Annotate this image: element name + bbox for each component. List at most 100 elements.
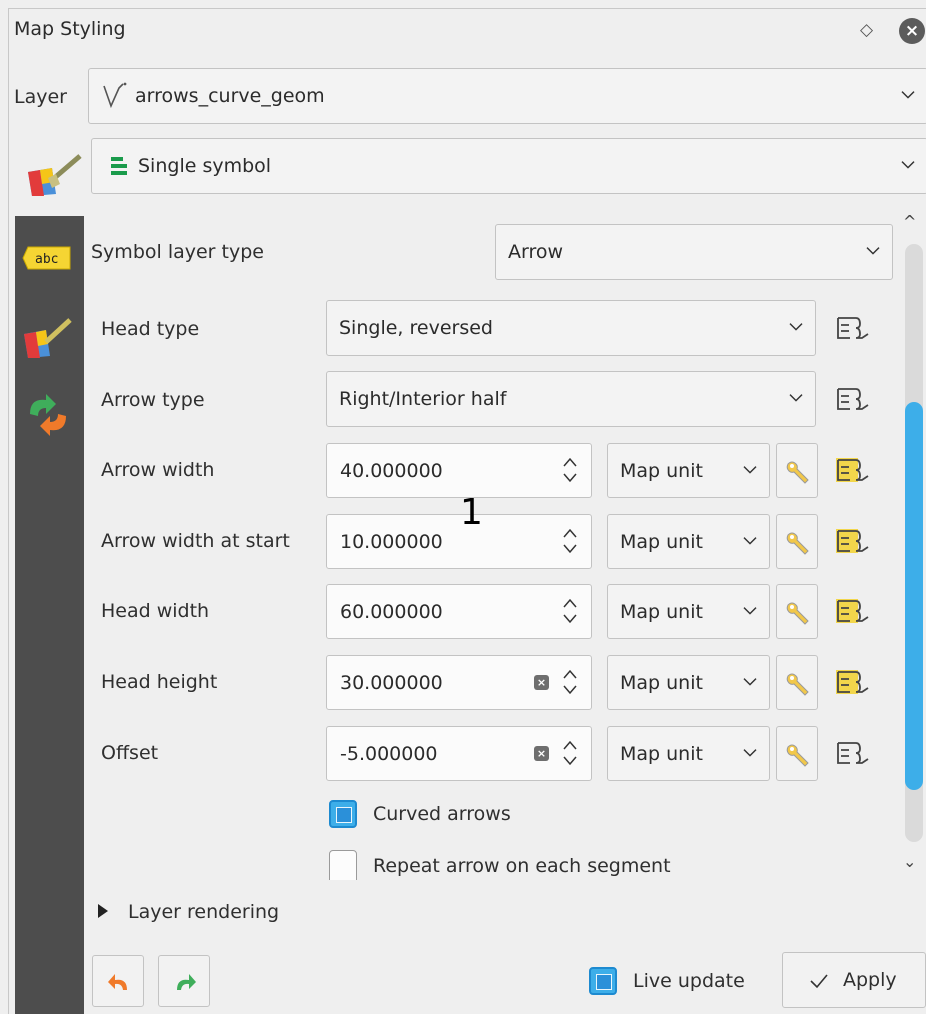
repeat-arrow-checkbox[interactable] bbox=[329, 850, 357, 880]
head-height-unit-combo[interactable]: Map unit bbox=[607, 655, 770, 710]
data-defined-override-icon[interactable] bbox=[834, 385, 874, 417]
wrench-icon bbox=[786, 461, 809, 484]
symbol-layer-type-label: Symbol layer type bbox=[91, 241, 264, 263]
unit-settings-button[interactable] bbox=[776, 726, 818, 781]
layer-label: Layer bbox=[14, 86, 67, 108]
unit-value: Map unit bbox=[620, 671, 703, 694]
arrow-width-label: Arrow width bbox=[101, 459, 215, 481]
unit-settings-button[interactable] bbox=[776, 514, 818, 569]
arrow-width-spinbox[interactable]: 40.000000 bbox=[326, 443, 592, 498]
offset-spinbox[interactable]: -5.000000 × bbox=[326, 726, 592, 781]
arrow-width-start-label: Arrow width at start bbox=[101, 530, 290, 552]
arrow-width-value: 40.000000 bbox=[340, 459, 443, 482]
expression-active-icon[interactable] bbox=[834, 527, 874, 559]
spin-arrows-icon[interactable] bbox=[562, 666, 578, 698]
head-height-label: Head height bbox=[101, 671, 218, 693]
arrow-width-start-unit-combo[interactable]: Map unit bbox=[607, 514, 770, 569]
checkbox-checked-indicator bbox=[336, 807, 352, 823]
redo-button[interactable] bbox=[158, 955, 210, 1007]
head-height-value: 30.000000 bbox=[340, 671, 443, 694]
scrollbar-thumb[interactable] bbox=[905, 402, 923, 790]
layer-combo[interactable]: arrows_curve_geom bbox=[88, 68, 926, 124]
arrow-width-unit-combo[interactable]: Map unit bbox=[607, 443, 770, 498]
arrow-type-combo[interactable]: Right/Interior half bbox=[326, 371, 816, 427]
arrow-type-label: Arrow type bbox=[101, 389, 205, 411]
symbology-brush-icon bbox=[24, 150, 84, 198]
repeat-arrow-row-clip: Repeat arrow on each segment bbox=[326, 848, 886, 880]
checkbox-checked-indicator bbox=[596, 974, 612, 990]
data-defined-override-icon[interactable] bbox=[834, 314, 874, 346]
head-width-unit-combo[interactable]: Map unit bbox=[607, 584, 770, 639]
scroll-up-arrow[interactable]: ^ bbox=[903, 212, 916, 231]
chevron-down-icon bbox=[866, 247, 880, 256]
chevron-down-icon bbox=[901, 161, 915, 170]
head-width-label: Head width bbox=[101, 600, 210, 622]
symbol-layer-type-value: Arrow bbox=[508, 241, 564, 263]
expression-active-icon[interactable] bbox=[834, 668, 874, 700]
arrow-width-start-spinbox[interactable]: 10.000000 bbox=[326, 514, 592, 569]
checkmark-icon bbox=[809, 973, 829, 993]
unit-value: Map unit bbox=[620, 742, 703, 765]
single-symbol-icon bbox=[110, 156, 128, 181]
annotation-marker: 1 bbox=[460, 492, 483, 533]
symbology-brush-icon[interactable] bbox=[22, 316, 74, 364]
unit-value: Map unit bbox=[620, 459, 703, 482]
scroll-down-arrow[interactable]: ⌄ bbox=[903, 852, 916, 871]
layer-rendering-label[interactable]: Layer rendering bbox=[128, 901, 279, 923]
arrow-width-start-value: 10.000000 bbox=[340, 530, 443, 553]
head-width-value: 60.000000 bbox=[340, 600, 443, 623]
clear-value-icon[interactable]: × bbox=[534, 675, 549, 690]
offset-unit-combo[interactable]: Map unit bbox=[607, 726, 770, 781]
chevron-down-icon bbox=[743, 606, 757, 615]
data-defined-override-icon[interactable] bbox=[834, 739, 874, 771]
head-width-spinbox[interactable]: 60.000000 bbox=[326, 584, 592, 639]
float-dock-button[interactable]: ◇ bbox=[860, 20, 873, 40]
panel-title: Map Styling bbox=[14, 18, 126, 40]
curved-arrows-label: Curved arrows bbox=[373, 803, 511, 825]
symbol-layer-type-combo[interactable]: Arrow bbox=[495, 224, 893, 280]
chevron-down-icon bbox=[743, 536, 757, 545]
line-layer-icon bbox=[102, 82, 128, 115]
layer-combo-value: arrows_curve_geom bbox=[135, 85, 325, 107]
labels-abc-icon[interactable]: abc bbox=[22, 245, 74, 275]
clear-value-icon[interactable]: × bbox=[534, 746, 549, 761]
offset-label: Offset bbox=[101, 742, 159, 764]
head-type-combo[interactable]: Single, reversed bbox=[326, 300, 816, 356]
spin-arrows-icon[interactable] bbox=[562, 454, 578, 486]
unit-value: Map unit bbox=[620, 530, 703, 553]
offset-value: -5.000000 bbox=[340, 742, 438, 765]
chevron-down-icon bbox=[789, 323, 803, 332]
arrow-type-value: Right/Interior half bbox=[339, 388, 507, 410]
chevron-down-icon bbox=[743, 748, 757, 757]
wrench-icon bbox=[786, 744, 809, 767]
apply-button[interactable]: Apply bbox=[782, 952, 926, 1008]
renderer-combo-value: Single symbol bbox=[138, 155, 272, 177]
close-dock-button[interactable]: × bbox=[899, 18, 925, 44]
curved-arrows-checkbox[interactable] bbox=[329, 800, 357, 828]
undo-icon bbox=[108, 974, 127, 990]
history-icon[interactable] bbox=[22, 392, 74, 442]
wrench-icon bbox=[786, 673, 809, 696]
apply-button-label: Apply bbox=[843, 969, 897, 991]
redo-icon bbox=[177, 974, 196, 990]
spin-arrows-icon[interactable] bbox=[562, 595, 578, 627]
unit-settings-button[interactable] bbox=[776, 584, 818, 639]
chevron-down-icon bbox=[743, 465, 757, 474]
expression-active-icon[interactable] bbox=[834, 456, 874, 488]
undo-button[interactable] bbox=[92, 955, 144, 1007]
spin-arrows-icon[interactable] bbox=[562, 737, 578, 769]
chevron-down-icon bbox=[743, 677, 757, 686]
unit-settings-button[interactable] bbox=[776, 443, 818, 498]
head-type-label: Head type bbox=[101, 318, 200, 340]
live-update-checkbox[interactable] bbox=[589, 967, 617, 995]
spin-arrows-icon[interactable] bbox=[562, 525, 578, 557]
unit-settings-button[interactable] bbox=[776, 655, 818, 710]
renderer-combo[interactable]: Single symbol bbox=[91, 138, 926, 194]
head-height-spinbox[interactable]: 30.000000 × bbox=[326, 655, 592, 710]
expression-active-icon[interactable] bbox=[834, 597, 874, 629]
chevron-down-icon bbox=[901, 91, 915, 100]
expand-triangle-icon[interactable] bbox=[97, 903, 109, 923]
svg-text:abc: abc bbox=[35, 252, 58, 267]
wrench-icon bbox=[786, 602, 809, 625]
live-update-label: Live update bbox=[633, 970, 745, 992]
